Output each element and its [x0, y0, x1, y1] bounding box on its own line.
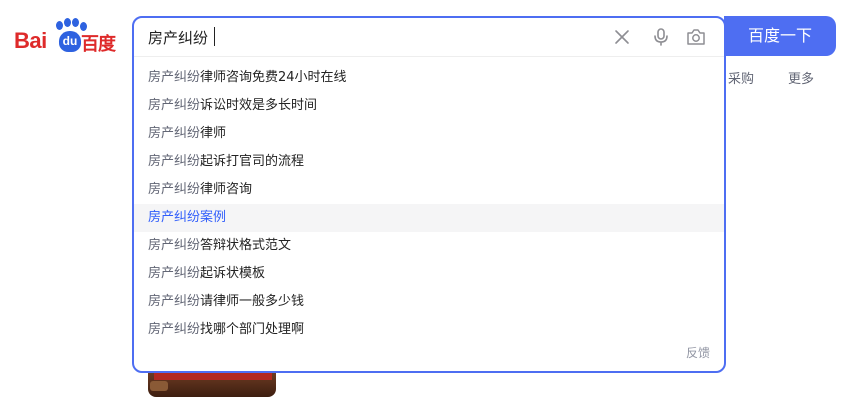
suggestion-item[interactable]: 房产纠纷请律师一般多少钱: [134, 288, 724, 316]
suggestion-query: 房产纠纷: [148, 210, 201, 225]
suggestion-completion: 请律师一般多少钱: [200, 294, 305, 309]
suggestion-completion: 律师咨询: [200, 182, 253, 197]
suggestion-completion: 答辩状格式范文: [200, 238, 292, 253]
suggestion-item[interactable]: 房产纠纷找哪个部门处理啊: [134, 316, 724, 344]
search-button[interactable]: 百度一下: [724, 16, 836, 56]
suggestion-list: 房产纠纷律师咨询免费24小时在线 房产纠纷诉讼时效是多长时间 房产纠纷律师 房产…: [134, 64, 724, 344]
text-caret: [214, 27, 215, 46]
search-row: [134, 18, 724, 56]
suggestion-query: 房产纠纷: [148, 70, 201, 85]
suggestion-query: 房产纠纷: [148, 154, 201, 169]
suggestion-completion: 律师咨询免费24小时在线: [200, 70, 347, 85]
microphone-icon[interactable]: [651, 27, 671, 47]
search-box: 房产纠纷律师咨询免费24小时在线 房产纠纷诉讼时效是多长时间 房产纠纷律师 房产…: [132, 16, 726, 373]
suggestion-item-active[interactable]: 房产纠纷案例: [134, 204, 724, 232]
baidu-logo[interactable]: Bai du 百度: [14, 18, 122, 58]
result-thumbnail[interactable]: [148, 373, 276, 397]
suggestion-query: 房产纠纷: [148, 182, 201, 197]
suggestion-query: 房产纠纷: [148, 266, 201, 281]
suggestion-item[interactable]: 房产纠纷起诉打官司的流程: [134, 148, 724, 176]
suggestion-item[interactable]: 房产纠纷律师咨询免费24小时在线: [134, 64, 724, 92]
suggestion-completion: 案例: [200, 210, 227, 225]
logo-text-cn: 百度: [81, 34, 116, 55]
suggestion-completion: 起诉状模板: [200, 266, 266, 281]
suggestion-item[interactable]: 房产纠纷律师: [134, 120, 724, 148]
suggestion-item[interactable]: 房产纠纷答辩状格式范文: [134, 232, 724, 260]
logo-text-du: du: [59, 31, 81, 52]
suggestion-completion: 找哪个部门处理啊: [200, 322, 305, 337]
tab-purchase[interactable]: 采购: [718, 68, 754, 87]
logo-text-bai: Bai: [14, 28, 47, 53]
suggestion-query: 房产纠纷: [148, 238, 201, 253]
suggestion-item[interactable]: 房产纠纷律师咨询: [134, 176, 724, 204]
suggestion-query: 房产纠纷: [148, 98, 201, 113]
suggestion-item[interactable]: 房产纠纷起诉状模板: [134, 260, 724, 288]
feedback-link[interactable]: 反馈: [686, 344, 710, 361]
suggestion-query: 房产纠纷: [148, 294, 201, 309]
suggestion-item[interactable]: 房产纠纷诉讼时效是多长时间: [134, 92, 724, 120]
camera-icon[interactable]: [686, 27, 706, 47]
tab-more[interactable]: 更多: [788, 68, 814, 87]
thumbnail-banner: [154, 373, 272, 380]
suggestion-completion: 诉讼时效是多长时间: [200, 98, 318, 113]
suggestion-completion: 起诉打官司的流程: [200, 154, 305, 169]
tab-purchase-label: 采购: [728, 72, 755, 87]
clear-icon[interactable]: [612, 27, 632, 47]
search-divider: [134, 56, 724, 57]
gavel-icon: [150, 381, 168, 391]
suggestion-query: 房产纠纷: [148, 322, 201, 337]
suggestion-query: 房产纠纷: [148, 126, 201, 141]
suggestion-completion: 律师: [200, 126, 227, 141]
